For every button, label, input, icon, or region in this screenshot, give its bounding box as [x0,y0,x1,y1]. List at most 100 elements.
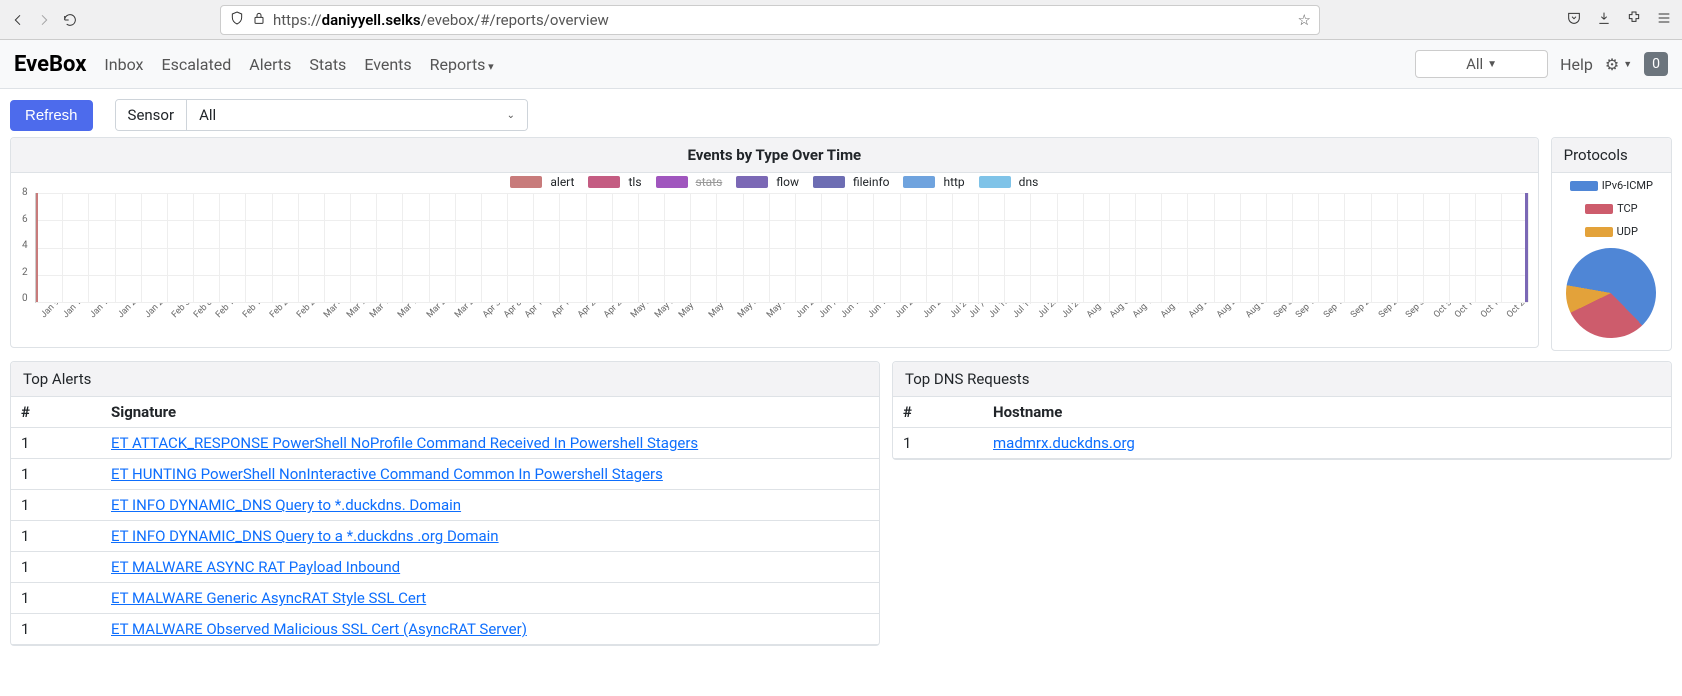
spike-oct-flow [1525,193,1528,302]
protocols-legend: IPv6-ICMP TCP UDP [1552,173,1671,244]
x-tick-label: Oct 20 [1505,303,1527,320]
legend-dns[interactable]: dns [979,175,1039,189]
table-row: 1 madmrx.duckdns.org [893,428,1671,459]
x-tick-label: Aug 16 [1159,303,1186,320]
x-tick-label: May 13 [677,303,705,320]
shield-icon [229,10,245,30]
refresh-button[interactable]: Refresh [10,100,93,131]
app-navbar: EveBox Inbox Escalated Alerts Stats Even… [0,40,1682,89]
nav-escalated[interactable]: Escalated [161,55,231,74]
reload-icon[interactable] [62,12,78,28]
notification-badge[interactable]: 0 [1644,52,1668,76]
top-dns-table: # Hostname 1 madmrx.duckdns.org [893,397,1671,459]
table-row: 1 ET INFO DYNAMIC_DNS Query to a *.duckdn… [11,521,879,552]
nav-inbox[interactable]: Inbox [104,55,143,74]
alert-signature-link[interactable]: ET INFO DYNAMIC_DNS Query to *.duckdns. … [111,496,461,514]
settings-gear-icon[interactable]: ⚙▼ [1605,55,1632,74]
legend-udp[interactable]: UDP [1585,225,1638,238]
x-tick-label: Mar 29 [453,303,480,320]
menu-icon[interactable] [1656,10,1672,30]
table-row: 1 ET MALWARE Generic AsyncRAT Style SSL C… [11,583,879,614]
events-y-axis: 8 6 4 2 0 [22,187,28,304]
col-count: # [11,397,101,428]
back-icon[interactable] [10,12,26,28]
dns-count: 1 [893,428,983,459]
table-row: 1 ET MALWARE Observed Malicious SSL Cert … [11,614,879,645]
legend-stats[interactable]: stats [656,175,723,189]
alert-signature-link[interactable]: ET INFO DYNAMIC_DNS Query to a *.duckdns… [111,527,499,545]
x-tick-label: Mar 24 [425,303,452,320]
top-alerts-table: # Signature 1ET ATTACK_RESPONSE PowerShe… [11,397,879,645]
alert-count: 1 [11,521,101,552]
table-row: 1 ET INFO DYNAMIC_DNS Query to *.duckdns.… [11,490,879,521]
events-chart-legend: alert tls stats flow fileinfo http dns [21,173,1528,193]
time-range-selector[interactable]: All▼ [1415,50,1548,78]
chevron-down-icon: ▼ [1487,59,1497,70]
alert-count: 1 [11,490,101,521]
chevron-down-icon: ▼ [1623,59,1632,70]
sensor-label: Sensor [116,100,188,130]
download-icon[interactable] [1596,10,1612,30]
pocket-icon[interactable] [1566,10,1582,30]
events-chart-title: Events by Type Over Time [11,138,1538,173]
top-alerts-title: Top Alerts [11,362,879,397]
alert-signature-link[interactable]: ET ATTACK_RESPONSE PowerShell NoProfile … [111,434,698,452]
legend-flow[interactable]: flow [736,175,799,189]
events-chart-plot: 8 6 4 2 0 [35,193,1528,303]
help-link[interactable]: Help [1560,55,1593,74]
legend-http[interactable]: http [903,175,964,189]
dns-hostname-link[interactable]: madmrx.duckdns.org [993,434,1135,452]
legend-tcp[interactable]: TCP [1585,202,1638,215]
protocols-title: Protocols [1552,138,1671,173]
x-tick-label: Mar 19 [396,303,423,320]
url-text: https://daniyyell.selks/evebox/#/reports… [273,11,1292,29]
nav-stats[interactable]: Stats [309,55,346,74]
sensor-dropdown[interactable]: All⌄ [187,100,527,130]
x-tick-label: May 28 [765,303,793,320]
lock-icon [251,10,267,30]
bookmark-star-icon[interactable]: ☆ [1298,11,1311,29]
alert-count: 1 [11,459,101,490]
table-row: 1 ET HUNTING PowerShell NonInteractive Co… [11,459,879,490]
events-by-type-chart-card: Events by Type Over Time alert tls stats… [10,137,1539,348]
legend-ipv6icmp[interactable]: IPv6-ICMP [1570,179,1653,192]
page-toolbar: Refresh Sensor All⌄ [0,89,1682,137]
protocols-pie-chart [1559,241,1663,345]
top-alerts-card: Top Alerts # Signature 1ET ATTACK_RESPON… [10,361,880,646]
table-row: 1 ET MALWARE ASYNC RAT Payload Inbound [11,552,879,583]
x-tick-label: Aug 26 [1215,303,1242,320]
alert-count: 1 [11,552,101,583]
app-brand[interactable]: EveBox [14,52,86,77]
x-tick-label: Mar 14 [368,303,395,320]
url-bar[interactable]: https://daniyyell.selks/evebox/#/reports… [220,5,1320,35]
nav-events[interactable]: Events [364,55,411,74]
events-x-axis: Jan 9Jan 14Jan 19Jan 24Jan 29Feb 3Feb 8F… [35,303,1528,339]
alert-signature-link[interactable]: ET MALWARE ASYNC RAT Payload Inbound [111,558,400,576]
top-dns-title: Top DNS Requests [893,362,1671,397]
col-count: # [893,397,983,428]
x-tick-label: Aug 11 [1131,303,1158,320]
x-tick-label: Aug 21 [1187,303,1214,320]
extensions-icon[interactable] [1626,10,1642,30]
browser-toolbar: https://daniyyell.selks/evebox/#/reports… [0,0,1682,40]
nav-alerts[interactable]: Alerts [249,55,291,74]
nav-reports[interactable]: Reports [430,55,494,74]
legend-alert[interactable]: alert [510,175,574,189]
alert-signature-link[interactable]: ET MALWARE Observed Malicious SSL Cert (… [111,620,527,638]
alert-signature-link[interactable]: ET HUNTING PowerShell NonInteractive Com… [111,465,663,483]
alert-count: 1 [11,614,101,645]
alert-count: 1 [11,428,101,459]
sensor-selector: Sensor All⌄ [115,99,529,131]
legend-fileinfo[interactable]: fileinfo [813,175,890,189]
table-row: 1 ET ATTACK_RESPONSE PowerShell NoProfile… [11,428,879,459]
alert-count: 1 [11,583,101,614]
col-hostname: Hostname [983,397,1671,428]
alert-signature-link[interactable]: ET MALWARE Generic AsyncRAT Style SSL Ce… [111,589,426,607]
forward-icon[interactable] [36,12,52,28]
spike-jan-alert [36,193,38,302]
x-tick-label: Aug 31 [1244,303,1271,320]
top-dns-card: Top DNS Requests # Hostname 1 madmrx.duck… [892,361,1672,460]
legend-tls[interactable]: tls [588,175,641,189]
protocols-card: Protocols IPv6-ICMP TCP UDP [1551,137,1672,351]
chevron-down-icon: ⌄ [507,110,515,121]
